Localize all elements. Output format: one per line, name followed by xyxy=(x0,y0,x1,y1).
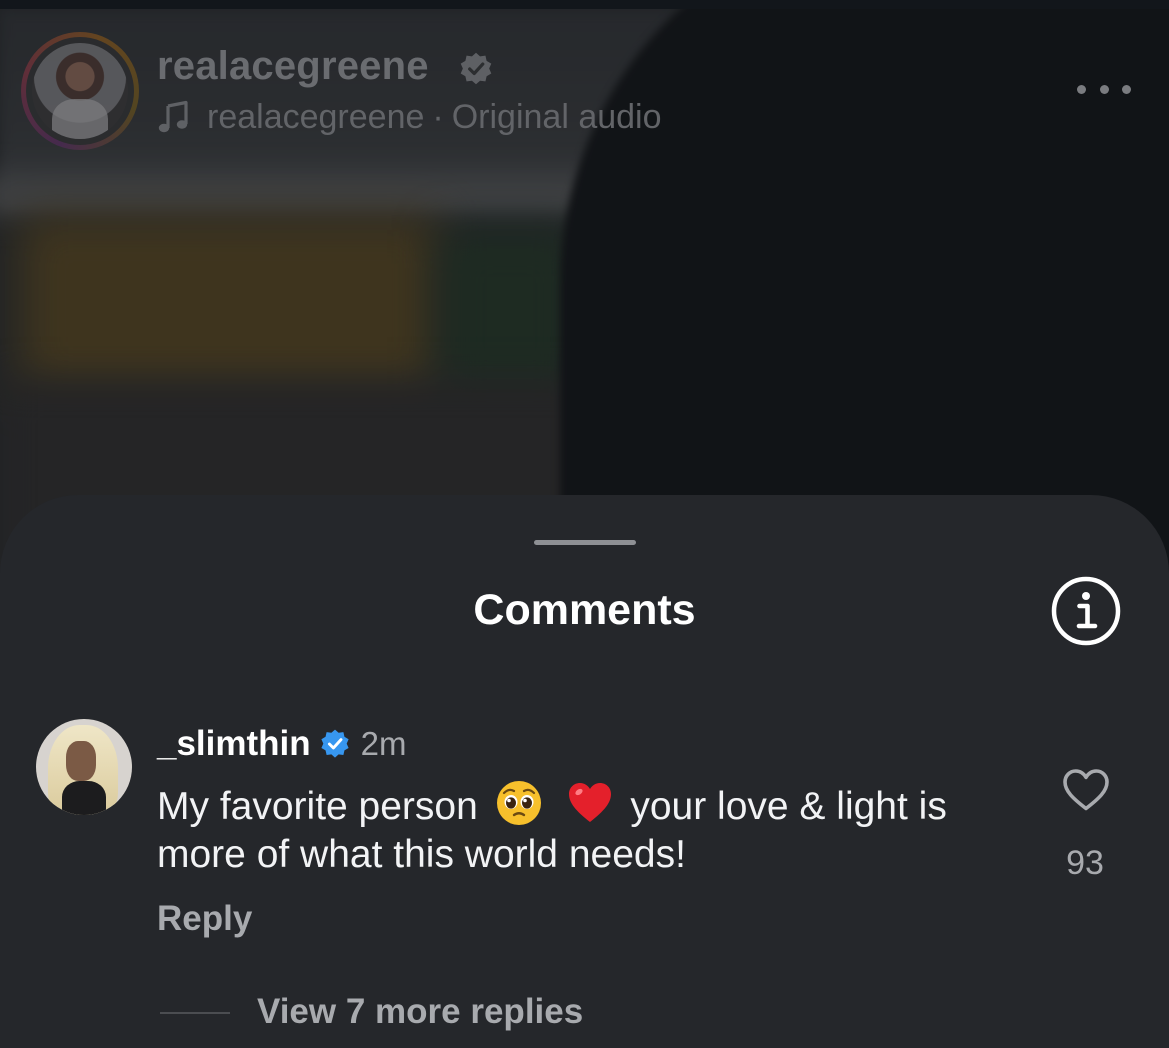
comment-text: My favorite person your love & light is … xyxy=(157,779,1007,879)
pleading-face-emoji xyxy=(496,781,541,825)
audio-separator: · xyxy=(432,97,444,136)
audio-label: Original audio xyxy=(451,97,662,136)
verified-badge-icon xyxy=(460,52,492,85)
view-replies-button[interactable]: View 7 more replies xyxy=(257,992,583,1032)
status-bar-edge xyxy=(0,0,1169,9)
red-heart-emoji xyxy=(568,783,611,822)
like-count: 93 xyxy=(1066,844,1104,882)
sheet-title: Comments xyxy=(473,586,696,634)
replies-divider xyxy=(160,1012,230,1014)
reel-screen: realacegreene realacegreene · Original a… xyxy=(0,0,1169,1048)
more-horizontal-icon xyxy=(1077,84,1086,94)
comments-sheet: Comments _slimthin 2m My favorite person xyxy=(0,495,1169,1048)
comment-header: _slimthin 2m xyxy=(157,724,406,764)
heart-outline-icon[interactable] xyxy=(1061,767,1111,813)
verified-badge-icon xyxy=(321,729,349,758)
sheet-grabber[interactable] xyxy=(534,540,636,545)
author-username[interactable]: realacegreene xyxy=(157,44,429,89)
audio-row[interactable]: realacegreene · Original audio xyxy=(157,97,662,137)
music-note-icon xyxy=(158,100,188,133)
commenter-avatar[interactable] xyxy=(36,719,132,815)
author-avatar[interactable] xyxy=(21,32,139,150)
audio-artist: realacegreene xyxy=(207,97,425,136)
commenter-username[interactable]: _slimthin xyxy=(157,724,311,764)
reply-button[interactable]: Reply xyxy=(157,899,252,939)
more-options-button[interactable] xyxy=(1077,78,1131,100)
info-icon[interactable] xyxy=(1050,575,1122,647)
comment-timestamp: 2m xyxy=(360,725,407,762)
